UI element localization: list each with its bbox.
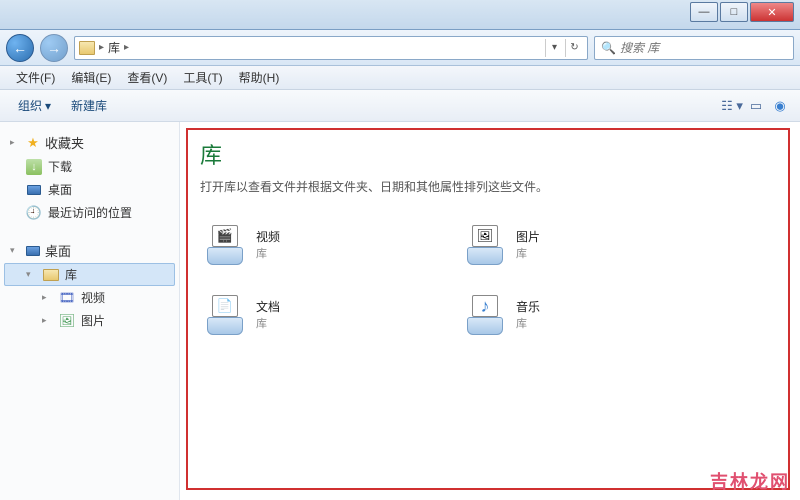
search-icon: 🔍 <box>601 41 616 55</box>
menu-bar: 文件(F) 编辑(E) 查看(V) 工具(T) 帮助(H) <box>0 66 800 90</box>
sidebar-favorites-header[interactable]: ▸ ★ 收藏夹 <box>4 130 175 155</box>
folder-icon <box>79 41 95 55</box>
library-sub: 库 <box>516 315 540 331</box>
sidebar-item-label: 视频 <box>81 289 105 306</box>
picture-icon: 🖼 <box>59 313 75 329</box>
recent-icon: 🕘 <box>26 205 42 221</box>
view-options-button[interactable]: ☷ ▾ <box>720 95 744 117</box>
menu-view[interactable]: 查看(V) <box>119 66 175 89</box>
organize-label: 组织 <box>18 97 42 114</box>
library-name: 音乐 <box>516 298 540 315</box>
download-icon: ↓ <box>26 159 42 175</box>
maximize-button[interactable]: □ <box>720 2 748 22</box>
address-dropdown[interactable]: ▾ <box>545 39 563 57</box>
sidebar-item-label: 桌面 <box>48 181 72 198</box>
refresh-button[interactable]: ↻ <box>565 39 583 57</box>
address-bar[interactable]: ▸ 库 ▸ ▾ ↻ <box>74 36 588 60</box>
sidebar-item-recent[interactable]: 🕘 最近访问的位置 <box>4 201 175 224</box>
organize-button[interactable]: 组织 ▾ <box>8 93 61 118</box>
dropdown-icon: ▾ <box>45 99 51 113</box>
video-icon: 🎞 <box>59 290 75 306</box>
forward-button[interactable]: → <box>40 34 68 62</box>
search-box[interactable]: 🔍 <box>594 36 794 60</box>
sidebar-item-library[interactable]: ▾ 库 <box>4 263 175 286</box>
help-button[interactable]: ◉ <box>768 95 792 117</box>
menu-tools[interactable]: 工具(T) <box>175 66 230 89</box>
desktop-icon <box>26 182 42 198</box>
sidebar-item-label: 图片 <box>81 312 105 329</box>
back-button[interactable]: ← <box>6 34 34 62</box>
sidebar-item-label: 最近访问的位置 <box>48 204 132 221</box>
library-sub: 库 <box>256 245 280 261</box>
expand-icon[interactable]: ▸ <box>10 137 21 148</box>
library-item-pictures[interactable]: 🖼 图片 库 <box>460 219 680 269</box>
sidebar-item-label: 下载 <box>48 158 72 175</box>
library-sub: 库 <box>256 315 280 331</box>
music-library-icon: ♪ <box>464 293 506 335</box>
breadcrumb-separator: ▸ <box>99 42 104 53</box>
library-name: 视频 <box>256 228 280 245</box>
picture-library-icon: 🖼 <box>464 223 506 265</box>
new-library-button[interactable]: 新建库 <box>61 93 117 118</box>
page-description: 打开库以查看文件并根据文件夹、日期和其他属性排列这些文件。 <box>200 178 780 195</box>
library-name: 图片 <box>516 228 540 245</box>
main-area: ▸ ★ 收藏夹 ↓ 下载 桌面 🕘 最近访问的位置 ▾ 桌面 <box>0 122 800 500</box>
breadcrumb-location[interactable]: 库 <box>108 39 120 56</box>
expand-icon[interactable]: ▾ <box>26 269 37 280</box>
expand-icon[interactable]: ▾ <box>10 245 21 256</box>
library-icon <box>43 267 59 283</box>
library-item-videos[interactable]: 🎬 视频 库 <box>200 219 420 269</box>
sidebar-item-pictures[interactable]: ▸ 🖼 图片 <box>4 309 175 332</box>
expand-icon[interactable]: ▸ <box>42 315 53 326</box>
library-grid: 🎬 视频 库 🖼 图片 库 📄 <box>200 219 680 339</box>
sidebar-item-label: 桌面 <box>45 241 71 260</box>
library-item-music[interactable]: ♪ 音乐 库 <box>460 289 680 339</box>
library-name: 文档 <box>256 298 280 315</box>
menu-file[interactable]: 文件(F) <box>8 66 63 89</box>
expand-icon[interactable]: ▸ <box>42 292 53 303</box>
sidebar-item-label: 收藏夹 <box>45 133 84 152</box>
minimize-button[interactable]: — <box>690 2 718 22</box>
preview-pane-button[interactable]: ▭ <box>744 95 768 117</box>
sidebar-item-label: 库 <box>65 266 77 283</box>
sidebar-item-desktop[interactable]: 桌面 <box>4 178 175 201</box>
breadcrumb-separator: ▸ <box>124 42 129 53</box>
library-sub: 库 <box>516 245 540 261</box>
desktop-icon <box>25 243 41 259</box>
titlebar: — □ ✕ <box>0 0 800 30</box>
sidebar-item-downloads[interactable]: ↓ 下载 <box>4 155 175 178</box>
sidebar-desktop-header[interactable]: ▾ 桌面 <box>4 238 175 263</box>
search-input[interactable] <box>620 41 787 55</box>
menu-edit[interactable]: 编辑(E) <box>63 66 119 89</box>
menu-help[interactable]: 帮助(H) <box>231 66 288 89</box>
sidebar: ▸ ★ 收藏夹 ↓ 下载 桌面 🕘 最近访问的位置 ▾ 桌面 <box>0 122 180 500</box>
library-item-documents[interactable]: 📄 文档 库 <box>200 289 420 339</box>
video-library-icon: 🎬 <box>204 223 246 265</box>
star-icon: ★ <box>25 135 41 151</box>
navigation-bar: ← → ▸ 库 ▸ ▾ ↻ 🔍 <box>0 30 800 66</box>
content-pane: 库 打开库以查看文件并根据文件夹、日期和其他属性排列这些文件。 🎬 视频 库 🖼… <box>180 122 800 500</box>
close-button[interactable]: ✕ <box>750 2 794 22</box>
page-title: 库 <box>200 138 780 170</box>
sidebar-item-videos[interactable]: ▸ 🎞 视频 <box>4 286 175 309</box>
toolbar: 组织 ▾ 新建库 ☷ ▾ ▭ ◉ <box>0 90 800 122</box>
document-library-icon: 📄 <box>204 293 246 335</box>
